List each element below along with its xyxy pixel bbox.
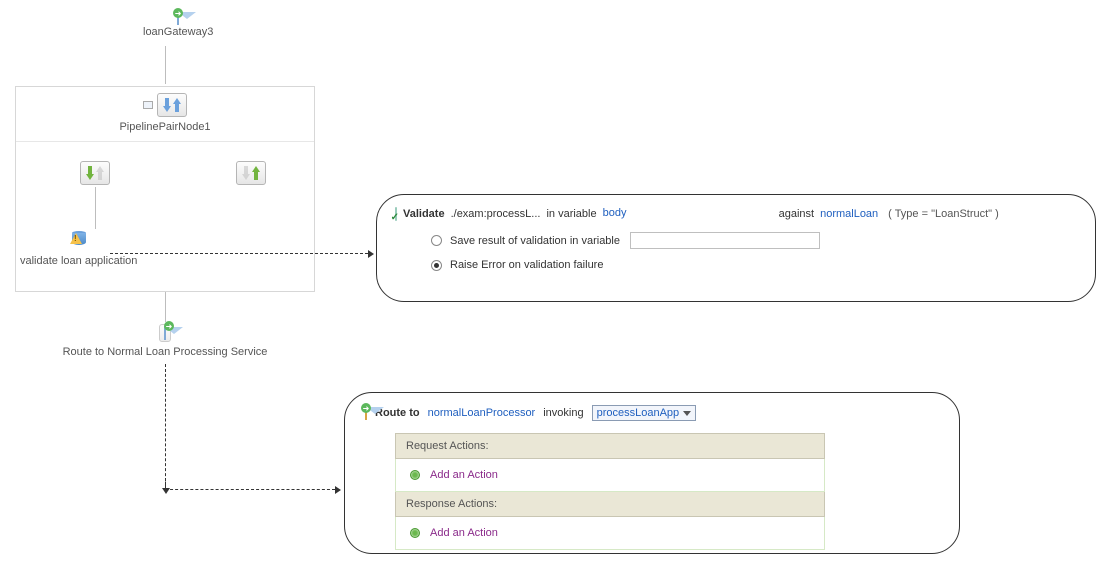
arrow-overlay-icon: ➜ xyxy=(173,8,183,18)
gateway-label: loanGateway3 xyxy=(143,26,213,38)
add-request-action-link[interactable]: Add an Action xyxy=(430,469,498,481)
connector-dashed xyxy=(165,364,166,486)
connector-line xyxy=(95,187,96,229)
route-node[interactable]: ➜ Route to Normal Loan Processing Servic… xyxy=(58,324,272,358)
gateway-icon: ➜ xyxy=(177,12,179,24)
connector-line xyxy=(165,292,166,322)
pipeline-pair-box[interactable]: PipelinePairNode1 validate loan applicat… xyxy=(15,86,315,292)
route-node-icon: ➜ xyxy=(159,324,171,342)
response-pipeline-icon[interactable] xyxy=(236,161,266,185)
validate-schema-link[interactable]: normalLoan xyxy=(820,208,878,220)
arrow-overlay-icon: ➜ xyxy=(164,321,174,331)
arrow-overlay-icon: ➜ xyxy=(361,403,371,413)
validate-panel: Validate ./exam:processL... in variable … xyxy=(376,194,1096,302)
doc-icon xyxy=(143,101,153,109)
route-node-label: Route to Normal Loan Processing Service xyxy=(63,346,268,358)
route-operation-select[interactable]: processLoanApp xyxy=(592,405,697,421)
pipeline-title: PipelinePairNode1 xyxy=(119,121,210,133)
validate-panel-icon xyxy=(395,208,397,220)
validate-action-label: validate loan application xyxy=(20,255,180,267)
response-actions-row[interactable]: Add an Action xyxy=(395,517,825,550)
route-operation-value: processLoanApp xyxy=(597,407,680,419)
validate-variable-link[interactable]: body xyxy=(603,207,773,220)
validate-text-invar: in variable xyxy=(546,208,596,220)
warning-icon xyxy=(70,233,82,245)
radio-raise-error[interactable] xyxy=(431,260,442,271)
add-icon xyxy=(410,470,420,480)
connector-dashed xyxy=(110,253,368,254)
validate-schema-type: ( Type = "LoanStruct" ) xyxy=(888,208,999,220)
radio-save-label: Save result of validation in variable xyxy=(450,235,620,247)
connector-dashed xyxy=(165,478,166,488)
pipeline-header: PipelinePairNode1 xyxy=(16,87,314,142)
route-panel: ➜ Route to normalLoanProcessor invoking … xyxy=(344,392,960,554)
chevron-down-icon xyxy=(683,411,691,416)
save-result-input[interactable] xyxy=(630,232,820,249)
validate-xpath[interactable]: ./exam:processL... xyxy=(451,208,541,220)
route-text-invoking: invoking xyxy=(543,407,583,419)
request-actions-row[interactable]: Add an Action xyxy=(395,459,825,492)
route-service-link[interactable]: normalLoanProcessor xyxy=(428,407,536,419)
request-pipeline-icon[interactable] xyxy=(80,161,110,185)
radio-raise-label: Raise Error on validation failure xyxy=(450,259,603,271)
radio-save-result[interactable] xyxy=(431,235,442,246)
connector-dashed xyxy=(165,489,335,490)
validate-text-against: against xyxy=(779,208,814,220)
route-panel-icon: ➜ xyxy=(365,407,367,419)
gateway-node[interactable]: ➜ loanGateway3 xyxy=(143,12,213,38)
pipeline-pair-icon xyxy=(157,93,187,117)
validate-title: Validate xyxy=(403,208,445,220)
response-actions-header: Response Actions: xyxy=(395,492,825,517)
add-response-action-link[interactable]: Add an Action xyxy=(430,527,498,539)
connector-line xyxy=(165,46,166,84)
add-icon xyxy=(410,528,420,538)
request-actions-header: Request Actions: xyxy=(395,433,825,459)
